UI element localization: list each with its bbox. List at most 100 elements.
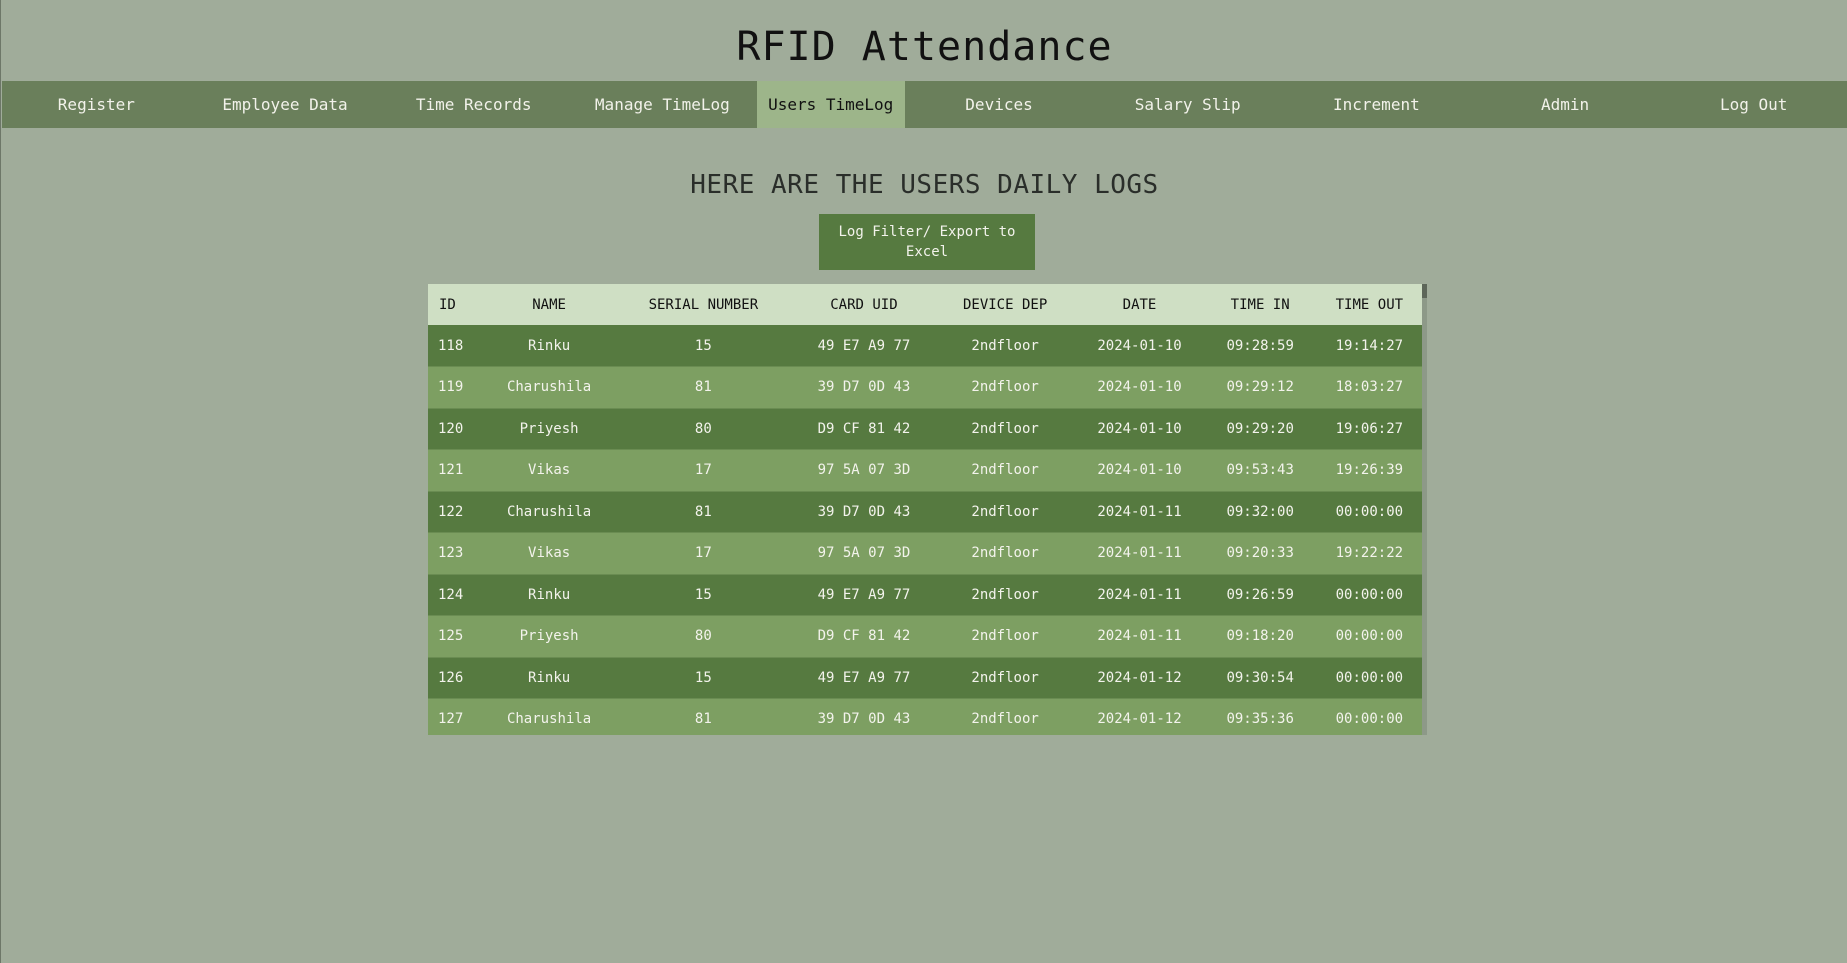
cell-time-in: 09:30:54 bbox=[1203, 657, 1317, 699]
cell-name: Charushila bbox=[484, 698, 614, 735]
table-scrollbar[interactable] bbox=[1422, 284, 1427, 735]
cell-time-in: 09:53:43 bbox=[1203, 449, 1317, 492]
table-row: 118 Rinku 15 49 E7 A9 77 2ndfloor 2024-01-10 0… bbox=[428, 325, 1422, 367]
cell-name: Rinku bbox=[484, 657, 614, 699]
table-row: 124 Rinku 15 49 E7 A9 77 2ndfloor 2024-01-11 0… bbox=[428, 574, 1422, 616]
cell-card-uid: 39 D7 0D 43 bbox=[793, 698, 935, 735]
column-header-name: NAME bbox=[532, 296, 566, 313]
cell-id: 127 bbox=[428, 698, 485, 735]
cell-serial-number: 81 bbox=[613, 491, 794, 533]
nav-register[interactable]: Register bbox=[2, 81, 191, 128]
cell-name: Rinku bbox=[484, 574, 614, 616]
cell-name: Vikas bbox=[484, 449, 614, 492]
cell-time-out: 19:26:39 bbox=[1316, 449, 1422, 492]
cell-card-uid: 39 D7 0D 43 bbox=[793, 366, 935, 409]
cell-time-out: 18:03:27 bbox=[1316, 366, 1422, 409]
cell-device-dep: 2ndfloor bbox=[934, 449, 1076, 492]
cell-date: 2024-01-11 bbox=[1075, 574, 1204, 616]
cell-id: 119 bbox=[428, 366, 485, 409]
nav-time-records[interactable]: Time Records bbox=[379, 81, 568, 128]
logs-table-container: ID NAME SERIAL NUMBER CARD UID DEVICE DE… bbox=[428, 284, 1427, 735]
cell-card-uid: 49 E7 A9 77 bbox=[793, 574, 935, 616]
cell-id: 120 bbox=[428, 408, 485, 450]
column-header-card-uid: CARD UID bbox=[830, 296, 898, 313]
cell-date: 2024-01-10 bbox=[1075, 366, 1204, 409]
cell-time-out: 19:14:27 bbox=[1316, 325, 1422, 367]
cell-card-uid: 97 5A 07 3D bbox=[793, 532, 935, 575]
cell-serial-number: 15 bbox=[613, 325, 794, 367]
cell-time-out: 00:00:00 bbox=[1316, 698, 1422, 735]
cell-date: 2024-01-10 bbox=[1075, 325, 1204, 367]
cell-id: 126 bbox=[428, 657, 485, 699]
cell-card-uid: 49 E7 A9 77 bbox=[793, 325, 935, 367]
table-scrollbar-thumb[interactable] bbox=[1422, 284, 1427, 298]
cell-id: 122 bbox=[428, 491, 485, 533]
cell-name: Priyesh bbox=[484, 615, 614, 658]
column-header-time-out: TIME OUT bbox=[1335, 296, 1404, 313]
cell-time-in: 09:32:00 bbox=[1203, 491, 1317, 533]
cell-device-dep: 2ndfloor bbox=[934, 408, 1076, 450]
cell-time-in: 09:29:12 bbox=[1203, 366, 1317, 409]
table-body: 118 Rinku 15 49 E7 A9 77 2ndfloor 2024-01-10 0… bbox=[428, 325, 1422, 735]
nav-log-out[interactable]: Log Out bbox=[1659, 81, 1847, 128]
cell-time-in: 09:26:59 bbox=[1203, 574, 1317, 616]
cell-serial-number: 15 bbox=[613, 657, 794, 699]
column-header-id: ID bbox=[439, 296, 456, 313]
cell-card-uid: 97 5A 07 3D bbox=[793, 449, 935, 492]
cell-device-dep: 2ndfloor bbox=[934, 325, 1076, 367]
cell-time-out: 00:00:00 bbox=[1316, 491, 1422, 533]
nav-increment[interactable]: Increment bbox=[1282, 81, 1471, 128]
cell-serial-number: 80 bbox=[613, 408, 794, 450]
cell-date: 2024-01-11 bbox=[1075, 532, 1204, 575]
cell-device-dep: 2ndfloor bbox=[934, 366, 1076, 409]
cell-time-in: 09:18:20 bbox=[1203, 615, 1317, 658]
cell-time-out: 19:06:27 bbox=[1316, 408, 1422, 450]
cell-id: 125 bbox=[428, 615, 485, 658]
table-header-row: ID NAME SERIAL NUMBER CARD UID DEVICE DE… bbox=[428, 284, 1422, 325]
table-row: 125 Priyesh 80 D9 CF 81 42 2ndfloor 2024-01-1… bbox=[428, 615, 1422, 658]
cell-device-dep: 2ndfloor bbox=[934, 491, 1076, 533]
table-row: 120 Priyesh 80 D9 CF 81 42 2ndfloor 2024-01-1… bbox=[428, 408, 1422, 450]
cell-serial-number: 17 bbox=[613, 532, 794, 575]
cell-date: 2024-01-11 bbox=[1075, 615, 1204, 658]
cell-name: Charushila bbox=[484, 366, 614, 409]
cell-name: Priyesh bbox=[484, 408, 614, 450]
table-row: 127 Charushila 81 39 D7 0D 43 2ndfloor 2024-0… bbox=[428, 698, 1422, 735]
nav-manage-timelog[interactable]: Manage TimeLog bbox=[568, 81, 757, 128]
cell-time-in: 09:29:20 bbox=[1203, 408, 1317, 450]
table-row: 119 Charushila 81 39 D7 0D 43 2ndfloor 2024-0… bbox=[428, 366, 1422, 409]
cell-time-in: 09:35:36 bbox=[1203, 698, 1317, 735]
nav-devices[interactable]: Devices bbox=[905, 81, 1094, 128]
cell-serial-number: 81 bbox=[613, 698, 794, 735]
nav-salary-slip[interactable]: Salary Slip bbox=[1093, 81, 1282, 128]
nav-employee-data[interactable]: Employee Data bbox=[191, 81, 380, 128]
cell-card-uid: 49 E7 A9 77 bbox=[793, 657, 935, 699]
cell-device-dep: 2ndfloor bbox=[934, 698, 1076, 735]
table-row: 121 Vikas 17 97 5A 07 3D 2ndfloor 2024-01-10 0… bbox=[428, 449, 1422, 492]
cell-time-out: 00:00:00 bbox=[1316, 574, 1422, 616]
table-row: 126 Rinku 15 49 E7 A9 77 2ndfloor 2024-01-12 0… bbox=[428, 657, 1422, 699]
cell-name: Rinku bbox=[484, 325, 614, 367]
column-header-device-dep: DEVICE DEP bbox=[962, 296, 1048, 313]
column-header-time-in: TIME IN bbox=[1230, 296, 1290, 313]
cell-time-out: 00:00:00 bbox=[1316, 615, 1422, 658]
cell-time-out: 00:00:00 bbox=[1316, 657, 1422, 699]
table-row: 123 Vikas 17 97 5A 07 3D 2ndfloor 2024-01-11 0… bbox=[428, 532, 1422, 575]
cell-date: 2024-01-10 bbox=[1075, 408, 1204, 450]
cell-name: Vikas bbox=[484, 532, 614, 575]
app-title: RFID Attendance bbox=[736, 24, 1113, 70]
cell-id: 123 bbox=[428, 532, 485, 575]
cell-id: 118 bbox=[428, 325, 485, 367]
nav-admin[interactable]: Admin bbox=[1471, 81, 1660, 128]
user-logs-table: ID NAME SERIAL NUMBER CARD UID DEVICE DE… bbox=[428, 284, 1422, 735]
page-heading: HERE ARE THE USERS DAILY LOGS bbox=[690, 170, 1159, 200]
log-filter-export-button[interactable]: Log Filter/ Export to Excel bbox=[819, 214, 1035, 270]
cell-serial-number: 17 bbox=[613, 449, 794, 492]
cell-serial-number: 80 bbox=[613, 615, 794, 658]
nav-users-timelog[interactable]: Users TimeLog bbox=[756, 81, 905, 128]
column-header-serial-number: SERIAL NUMBER bbox=[648, 296, 759, 313]
cell-date: 2024-01-12 bbox=[1075, 698, 1204, 735]
cell-serial-number: 81 bbox=[613, 366, 794, 409]
cell-device-dep: 2ndfloor bbox=[934, 532, 1076, 575]
cell-serial-number: 15 bbox=[613, 574, 794, 616]
